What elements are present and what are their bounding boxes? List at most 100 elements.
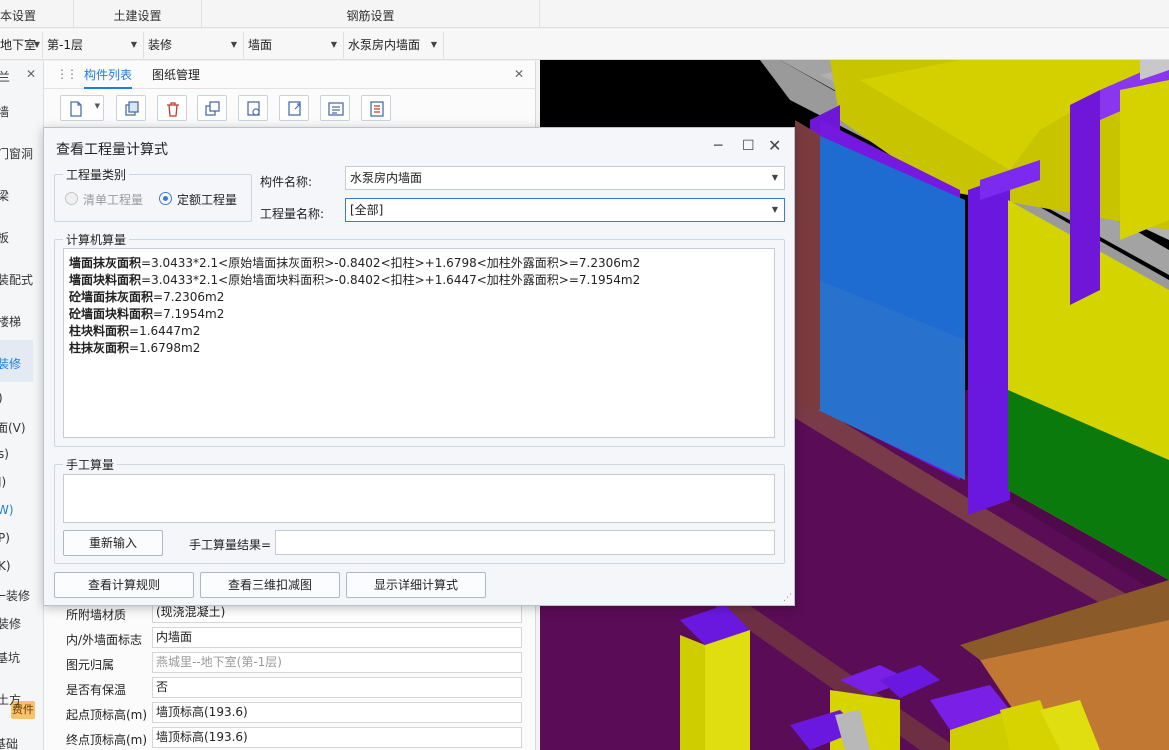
quantity-name-value: [全部] <box>350 203 384 217</box>
quantity-expression: =1.6798m2 <box>129 341 201 355</box>
minimize-icon[interactable]: ─ <box>714 138 722 154</box>
property-value[interactable]: 否 <box>152 677 522 698</box>
view-3d-deduction-button[interactable]: 查看三维扣减图 <box>200 572 340 598</box>
export-icon <box>288 101 301 116</box>
manual-result-label: 手工算量结果= <box>189 538 272 552</box>
quantity-name: 砼墙面抹灰面积 <box>69 290 154 304</box>
category-value: 装修 <box>148 38 173 52</box>
reenter-button[interactable]: 重新输入 <box>63 530 163 556</box>
nav-item-wall[interactable]: 墙 <box>0 103 37 120</box>
nav-item-earthwork[interactable]: 土方 <box>0 691 37 708</box>
quantity-name: 砼墙面块料面积 <box>69 307 154 321</box>
nav-sub-item-wall-face[interactable]: W) <box>0 503 37 517</box>
property-value[interactable]: 墙顶标高(193.6) <box>152 702 522 723</box>
property-value[interactable]: 墙顶标高(193.6) <box>152 727 522 748</box>
resize-grip-icon[interactable]: ⋰ <box>783 593 792 603</box>
property-row: 起点顶标高(m) 墙顶标高(193.6) <box>64 702 546 724</box>
property-row: 是否有保温 否 <box>64 677 546 699</box>
nav-item-decoration-3[interactable]: 装修 <box>0 615 37 632</box>
export-button[interactable] <box>279 95 309 121</box>
nav-sub-item[interactable]: J) <box>0 475 38 489</box>
calc-line: 砼墙面抹灰面积=7.2306m2 <box>69 289 769 306</box>
properties-button[interactable] <box>361 95 391 121</box>
calculation-formula-text[interactable]: 墙面抹灰面积=3.0433*2.1<原始墙面抹灰面积>-0.8402<扣柱>+1… <box>63 248 775 438</box>
quantity-expression: =1.6447m2 <box>129 324 201 338</box>
property-row: 终点顶标高(m) 墙顶标高(193.6) <box>64 727 546 749</box>
component-select[interactable]: 水泵房内墙面 ▼ <box>344 32 444 58</box>
duplicate-button[interactable] <box>197 95 227 121</box>
new-component-button[interactable]: ▼ <box>60 95 104 121</box>
quantity-name: 墙面块料面积 <box>69 273 142 287</box>
component-type-select[interactable]: 墙面 ▼ <box>244 32 344 58</box>
component-toolbar: ▼ <box>44 91 536 127</box>
tab-drawing-management[interactable]: 图纸管理 <box>152 61 200 89</box>
delete-button[interactable] <box>157 95 187 121</box>
floor-select[interactable]: 第-1层 ▼ <box>43 32 144 58</box>
calc-line: 柱块料面积=1.6447m2 <box>69 323 769 340</box>
group-title: 计算机算量 <box>63 231 130 248</box>
component-name-select[interactable]: 水泵房内墙面 ▼ <box>345 166 785 190</box>
component-tree-nav: 兰 ✕ 墙 门窗洞 梁 板 装配式 楼梯 装修 ) 面(V) s) J) W) … <box>0 61 44 750</box>
property-value: 燕城里--地下室(第-1层) <box>152 652 522 673</box>
nav-item-pit[interactable]: 基坑 <box>0 649 36 666</box>
building-part-select[interactable]: 地下室 ▼ <box>0 32 43 58</box>
nav-item-door-window[interactable]: 门窗洞 <box>0 145 37 162</box>
drag-handle-icon[interactable]: ⋮⋮ <box>56 67 78 81</box>
calc-line: 柱抹灰面积=1.6798m2 <box>69 340 769 357</box>
property-row: 内/外墙面标志 内墙面 <box>64 627 546 649</box>
view-calculation-rules-button[interactable]: 查看计算规则 <box>54 572 194 598</box>
quantity-expression: =3.0433*2.1<原始墙面抹灰面积>-0.8402<扣柱>+1.6798<… <box>141 256 641 270</box>
floor-value: 第-1层 <box>47 38 83 52</box>
chevron-down-icon: ▼ <box>33 40 40 49</box>
copy-button[interactable] <box>116 95 146 121</box>
nav-item-stairs[interactable]: 楼梯 <box>0 313 37 330</box>
quantity-name-select[interactable]: [全部] ▼ <box>345 198 785 222</box>
calc-line: 砼墙面块料面积=7.1954m2 <box>69 306 769 323</box>
group-title: 工程量类别 <box>63 166 130 183</box>
close-icon[interactable]: ✕ <box>514 67 524 81</box>
property-label: 图元归属 <box>66 658 115 672</box>
list-button[interactable] <box>320 95 350 121</box>
manual-result-field[interactable] <box>275 530 775 555</box>
manual-calculation-input[interactable] <box>63 474 775 523</box>
show-detailed-formula-button[interactable]: 显示详细计算式 <box>346 572 486 598</box>
chevron-down-icon: ▼ <box>130 40 137 49</box>
property-label: 是否有保温 <box>66 683 127 697</box>
nav-sub-item[interactable]: s) <box>0 447 38 461</box>
quantity-expression: =7.2306m2 <box>153 290 225 304</box>
nav-sub-item[interactable]: ) <box>0 391 38 405</box>
maximize-icon[interactable]: ☐ <box>742 138 755 154</box>
nav-item-beam[interactable]: 梁 <box>0 187 37 204</box>
list-icon <box>328 102 344 116</box>
tab-basic-settings[interactable]: 本设置 <box>0 0 74 28</box>
nav-item-foundation[interactable]: 基础 <box>0 735 34 750</box>
property-label: 所附墙材质 <box>66 608 127 622</box>
chevron-down-icon: ▼ <box>771 173 778 182</box>
quantity-name-label: 工程量名称: <box>260 207 325 221</box>
category-select[interactable]: 装修 ▼ <box>144 32 244 58</box>
nav-sub-item[interactable]: P) <box>0 531 38 545</box>
layer-copy-button[interactable] <box>238 95 268 121</box>
nav-sub-item[interactable]: K) <box>0 559 38 573</box>
close-icon[interactable]: ✕ <box>26 67 36 81</box>
settings-tab-bar: 本设置 土建设置 钢筋设置 <box>0 0 1169 28</box>
tab-civil-settings[interactable]: 土建设置 <box>74 0 202 28</box>
tab-component-list[interactable]: 构件列表 <box>84 61 133 89</box>
property-value[interactable]: 内墙面 <box>152 627 522 648</box>
nav-item-decoration-2[interactable]: 一装修 <box>0 587 34 604</box>
new-icon <box>70 101 82 117</box>
properties-icon <box>370 101 384 117</box>
tab-rebar-settings[interactable]: 钢筋设置 <box>202 0 540 28</box>
quantity-type-group: 工程量类别 清单工程量 定额工程量 <box>54 166 252 222</box>
radio-dot <box>65 192 78 205</box>
quantity-name: 柱块料面积 <box>69 324 130 338</box>
chevron-down-icon: ▼ <box>430 40 437 49</box>
component-value: 水泵房内墙面 <box>348 38 421 52</box>
nav-sub-item[interactable]: 面(V) <box>0 419 36 436</box>
nav-item-slab[interactable]: 板 <box>0 229 37 246</box>
nav-item-prefab[interactable]: 装配式 <box>0 271 37 288</box>
property-label: 起点顶标高(m) <box>66 708 148 722</box>
close-icon[interactable]: ✕ <box>768 136 781 155</box>
radio-label: 定额工程量 <box>177 193 238 207</box>
nav-item-decoration[interactable]: 装修 <box>0 355 37 372</box>
